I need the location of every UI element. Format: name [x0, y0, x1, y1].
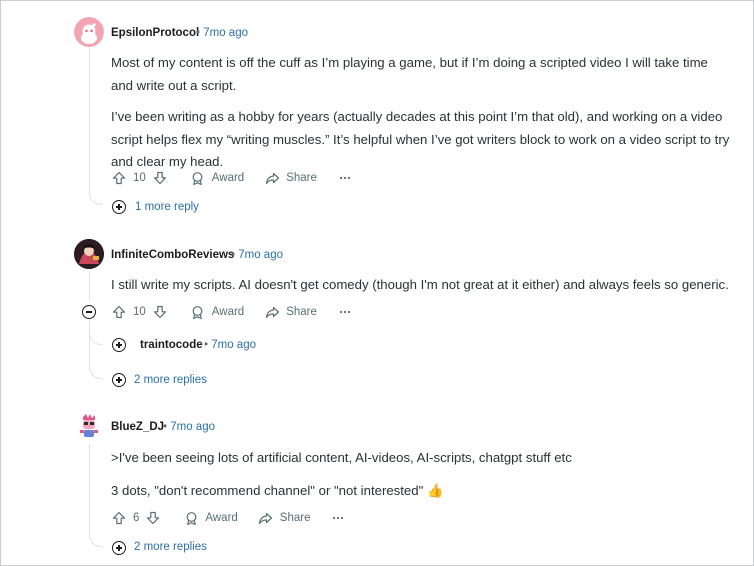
- thread-line: [89, 319, 90, 370]
- award-button[interactable]: Award: [183, 510, 238, 526]
- comment-paragraph: >I've been seeing lots of artificial con…: [111, 450, 572, 465]
- share-label: Share: [286, 306, 317, 318]
- more-options-icon[interactable]: [337, 170, 353, 186]
- avatar[interactable]: [74, 239, 104, 269]
- share-icon: [264, 304, 280, 320]
- award-label: Award: [211, 172, 245, 184]
- comment-meta: • 7mo ago: [163, 421, 215, 433]
- comment-body: I’ve been writing as a hobby for years (…: [111, 106, 736, 174]
- downvote-icon[interactable]: [145, 510, 161, 526]
- share-label: Share: [286, 172, 317, 184]
- more-options-icon[interactable]: [337, 304, 353, 320]
- share-icon: [258, 510, 274, 526]
- avatar[interactable]: [74, 411, 104, 441]
- more-replies-link[interactable]: 2 more replies: [134, 541, 207, 553]
- award-button[interactable]: Award: [190, 304, 244, 320]
- more-replies-link[interactable]: 1 more reply: [135, 201, 199, 213]
- reply-meta: • 7mo ago: [204, 339, 256, 351]
- reply-time[interactable]: 7mo ago: [211, 339, 256, 351]
- share-button[interactable]: Share: [258, 510, 311, 526]
- share-button[interactable]: Share: [264, 170, 317, 186]
- comment-actions: 10 Award Share: [111, 168, 353, 188]
- comment-time[interactable]: 7mo ago: [203, 27, 248, 39]
- thread-connector: [89, 331, 103, 345]
- expand-icon[interactable]: [112, 541, 126, 555]
- comment-body: >I've been seeing lots of artificial con…: [111, 447, 731, 470]
- expand-icon[interactable]: [112, 338, 126, 352]
- share-button[interactable]: Share: [264, 304, 317, 320]
- upvote-icon[interactable]: [111, 170, 127, 186]
- award-icon: [190, 304, 206, 320]
- thread-line: [89, 271, 90, 301]
- comment-body: 3 dots, "don't recommend channel" or "no…: [111, 480, 731, 503]
- comment-paragraph: 3 dots, "don't recommend channel" or "no…: [111, 483, 444, 498]
- comment-paragraph: Most of my content is off the cuff as I’…: [111, 55, 708, 93]
- downvote-icon[interactable]: [152, 304, 168, 320]
- separator: •: [204, 339, 209, 351]
- share-icon: [264, 170, 280, 186]
- comment-actions: 6 Award Share: [111, 508, 346, 528]
- separator: •: [163, 421, 168, 433]
- vote-count: 6: [133, 512, 140, 524]
- comment-time[interactable]: 7mo ago: [238, 249, 283, 261]
- vote-count: 10: [133, 172, 146, 184]
- reply-author[interactable]: traintocode: [140, 339, 203, 351]
- separator: •: [231, 249, 236, 261]
- award-icon: [183, 510, 199, 526]
- upvote-icon[interactable]: [111, 304, 127, 320]
- comment-meta: • 7mo ago: [231, 249, 283, 261]
- thread-line: [89, 47, 90, 197]
- award-label: Award: [211, 306, 245, 318]
- comment-author[interactable]: EpsilonProtocol: [111, 27, 199, 39]
- comment-paragraph: I’ve been writing as a hobby for years (…: [111, 109, 730, 169]
- comment-author[interactable]: BlueZ_DJ: [111, 421, 164, 433]
- comment-body: I still write my scripts. AI doesn't get…: [111, 274, 741, 297]
- comment-author[interactable]: InfiniteComboReviews: [111, 249, 234, 261]
- collapse-icon[interactable]: [82, 305, 96, 319]
- award-label: Award: [205, 512, 238, 524]
- comment-thread-panel: EpsilonProtocol • 7mo ago Most of my con…: [0, 0, 754, 566]
- separator: •: [196, 27, 201, 39]
- thread-connector: [89, 191, 103, 205]
- award-button[interactable]: Award: [190, 170, 244, 186]
- comment-body: Most of my content is off the cuff as I’…: [111, 52, 731, 97]
- thread-connector: [89, 365, 103, 379]
- award-icon: [190, 170, 206, 186]
- expand-icon[interactable]: [112, 200, 126, 214]
- more-replies-link[interactable]: 2 more replies: [134, 374, 207, 386]
- more-options-icon[interactable]: [330, 510, 346, 526]
- comment-actions: 10 Award Share: [111, 302, 353, 322]
- comment-meta: • 7mo ago: [196, 27, 248, 39]
- share-label: Share: [279, 512, 311, 524]
- thread-line: [89, 444, 90, 537]
- comment-paragraph: I still write my scripts. AI doesn't get…: [111, 277, 729, 292]
- expand-icon[interactable]: [112, 373, 126, 387]
- upvote-icon[interactable]: [111, 510, 127, 526]
- thread-connector: [89, 533, 103, 547]
- avatar[interactable]: [74, 17, 104, 47]
- downvote-icon[interactable]: [152, 170, 168, 186]
- comment-time[interactable]: 7mo ago: [170, 421, 215, 433]
- vote-count: 10: [133, 306, 146, 318]
